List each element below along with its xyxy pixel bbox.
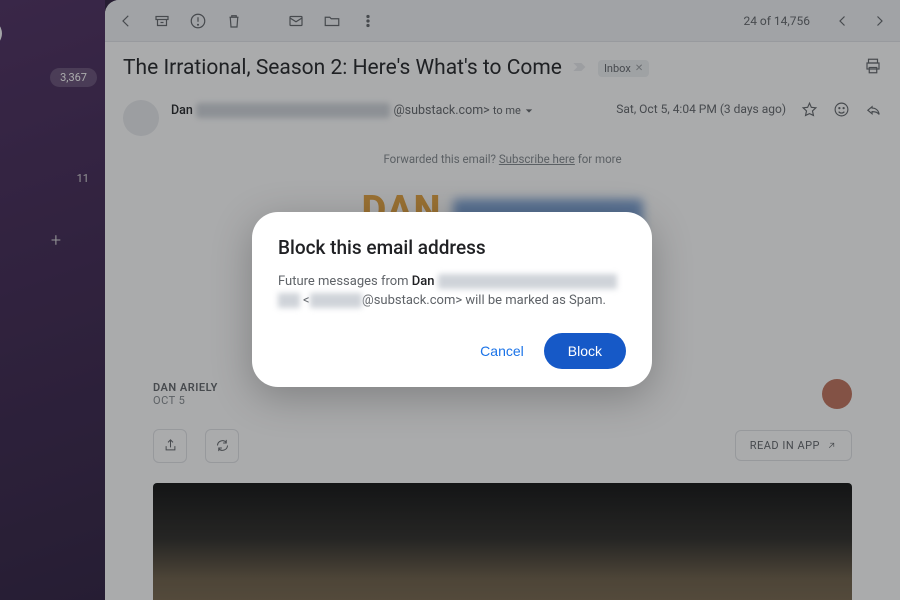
dialog-title: Block this email address: [278, 236, 626, 259]
block-sender-dialog: Block this email address Future messages…: [252, 212, 652, 387]
cancel-button[interactable]: Cancel: [474, 335, 530, 367]
block-button[interactable]: Block: [544, 333, 626, 369]
dialog-body: Future messages from Dan Ariely from Dan…: [278, 273, 626, 311]
